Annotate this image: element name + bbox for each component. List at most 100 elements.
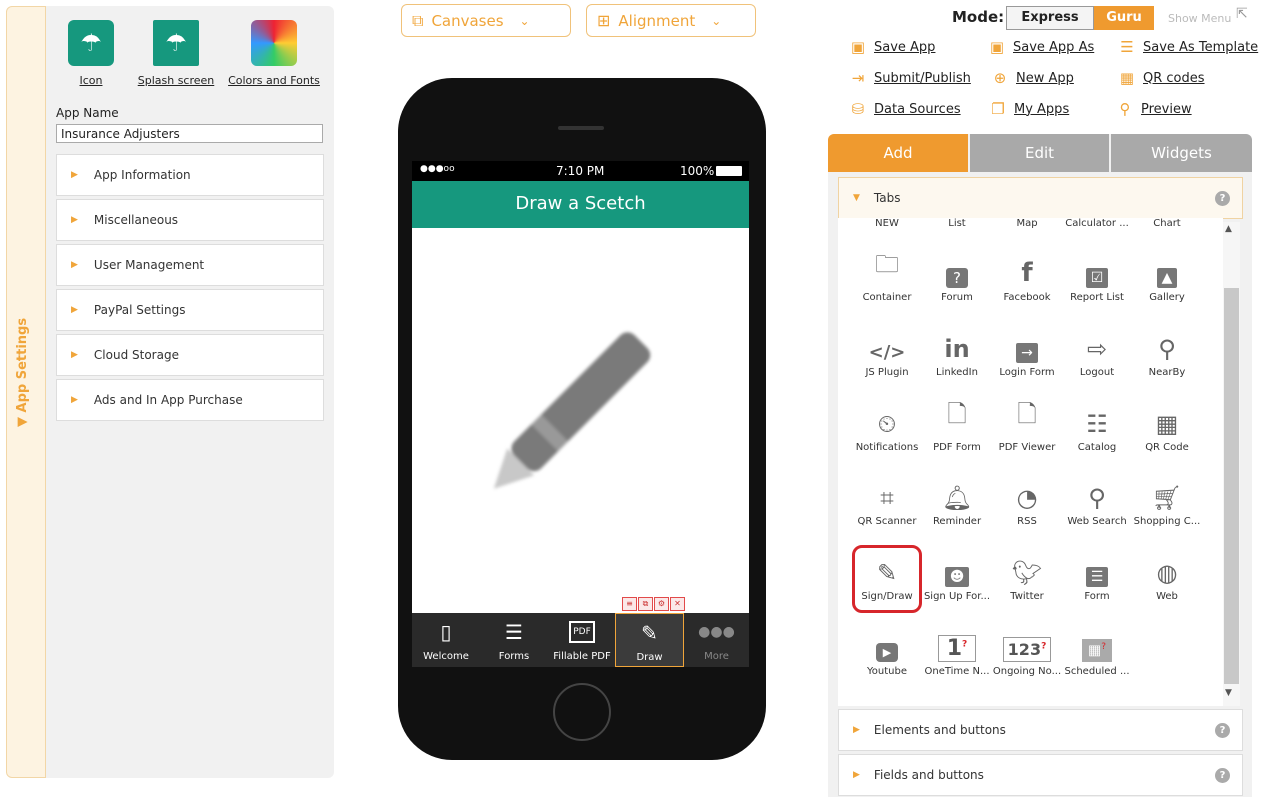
tab-edit[interactable]: Edit [970, 134, 1109, 172]
tab-item-js-plugin[interactable]: </> JS Plugin [852, 325, 922, 378]
code-icon: </> [868, 342, 906, 363]
nav-forms[interactable]: ☰ Forms [480, 613, 548, 667]
tab-item-qr-code[interactable]: ▦ QR Code [1132, 400, 1202, 453]
qr-codes-link[interactable]: ▦ QR codes [1117, 69, 1205, 87]
submit-publish-link[interactable]: ⇥ Submit/Publish [848, 69, 971, 87]
my-apps-link[interactable]: ❐ My Apps [988, 100, 1069, 118]
tab-item-shopping-cart[interactable]: 🛒︎ Shopping C... [1132, 474, 1202, 527]
canvases-label: Canvases [431, 11, 504, 30]
tab-item-onetime-notification[interactable]: 1? OneTime N... [922, 624, 992, 677]
nav-welcome[interactable]: ▯ Welcome [412, 613, 480, 667]
save-app-link[interactable]: ▣ Save App [848, 38, 936, 56]
app-name-input[interactable] [56, 124, 323, 143]
splash-screen-tile[interactable]: ☂ Splash screen [136, 20, 216, 87]
nav-draw[interactable]: ✎ Draw [615, 613, 684, 667]
tab-item-pdf-viewer[interactable]: 🗋 PDF Viewer [992, 400, 1062, 453]
external-link-icon[interactable]: ⇱ [1236, 6, 1248, 22]
tab-item-qr-scanner[interactable]: ⌗ QR Scanner [852, 474, 922, 527]
logout-icon: ⇨ [1086, 335, 1108, 363]
mode-express-button[interactable]: Express [1006, 6, 1094, 30]
show-menu-link[interactable]: Show Menu [1168, 12, 1231, 25]
close-icon[interactable]: ✕ [670, 597, 685, 611]
tab-item-web[interactable]: ◍ Web [1132, 549, 1202, 602]
tab-item-scheduled-notification[interactable]: ▦? Scheduled ... [1062, 624, 1132, 677]
item-label: OneTime N... [924, 666, 990, 677]
tab-item-reminder[interactable]: 🔔︎ Reminder [922, 474, 992, 527]
scroll-up-icon[interactable]: ▲ [1225, 224, 1232, 234]
save-app-as-link[interactable]: ▣ Save App As [987, 38, 1094, 56]
section-paypal-settings[interactable]: ▶ PayPal Settings [56, 289, 324, 331]
preview-link[interactable]: ⚲ Preview [1115, 100, 1192, 118]
tab-item-calculator[interactable]: Calculator ... [1062, 218, 1132, 229]
tab-item-form[interactable]: ☰ Form [1062, 549, 1132, 602]
nav-more[interactable]: ●●● More [684, 613, 749, 667]
item-mini-toolbar: ≡ ⧉ ⚙ ✕ [622, 597, 685, 611]
catalog-icon: ☷ [1086, 410, 1108, 438]
edit-icon[interactable]: ≡ [622, 597, 637, 611]
section-ads-in-app-purchase[interactable]: ▶ Ads and In App Purchase [56, 379, 324, 421]
tab-item-logout[interactable]: ⇨ Logout [1062, 325, 1132, 378]
drawing-canvas[interactable] [412, 228, 749, 613]
notification-icon: ⏲ [877, 410, 897, 438]
colors-fonts-tile[interactable]: Colors and Fonts [228, 20, 320, 87]
tab-item-youtube[interactable]: ▶ Youtube [852, 624, 922, 677]
forum-icon: ? [922, 250, 992, 288]
save-as-template-link[interactable]: ☰ Save As Template [1117, 38, 1258, 56]
tab-item-linkedin[interactable]: in LinkedIn [922, 325, 992, 378]
tab-item-list[interactable]: List [922, 218, 992, 229]
scroll-down-icon[interactable]: ▼ [1225, 688, 1232, 698]
rss-icon: ◔ [1016, 484, 1038, 512]
tab-item-report-list[interactable]: ☑ Report List [1062, 250, 1132, 303]
tab-item-facebook[interactable]: f Facebook [992, 250, 1062, 303]
section-tabs[interactable]: ▼ Tabs ? [838, 177, 1243, 219]
tab-item-rss[interactable]: ◔ RSS [992, 474, 1062, 527]
save-icon: ▣ [850, 38, 866, 56]
scrollbar-thumb[interactable] [1224, 288, 1239, 684]
icon-tile[interactable]: ☂ Icon [56, 20, 126, 87]
tab-item-nearby[interactable]: ⚲ NearBy [1132, 325, 1202, 378]
tab-item-sign-up-form[interactable]: ☻ Sign Up For... [922, 549, 992, 602]
settings-icon[interactable]: ⚙ [654, 597, 669, 611]
tab-item-chart[interactable]: Chart [1132, 218, 1202, 229]
section-cloud-storage[interactable]: ▶ Cloud Storage [56, 334, 324, 376]
new-app-link[interactable]: ⊕ New App [990, 69, 1074, 87]
copy-icon[interactable]: ⧉ [638, 597, 653, 611]
user-icon: ☻ [922, 549, 992, 587]
tab-item-login-form[interactable]: → Login Form [992, 325, 1062, 378]
alignment-dropdown[interactable]: ⊞ Alignment ⌄ [586, 4, 756, 37]
tab-item-catalog[interactable]: ☷ Catalog [1062, 400, 1132, 453]
section-elements-buttons[interactable]: ▶ Elements and buttons ? [838, 709, 1243, 751]
gallery-icon: ▲ [1132, 250, 1202, 288]
data-sources-link[interactable]: ⛁ Data Sources [848, 100, 961, 118]
selected-item-highlight [852, 545, 922, 613]
tab-item-new[interactable]: NEW [852, 218, 922, 229]
section-label: Elements and buttons [873, 723, 1006, 737]
tab-item-container[interactable]: 🗀 Container [852, 250, 922, 303]
tab-item-ongoing-notification[interactable]: 123? Ongoing No... [992, 624, 1062, 677]
mode-guru-button[interactable]: Guru [1094, 6, 1154, 30]
tab-item-pdf-form[interactable]: 🗋 PDF Form [922, 400, 992, 453]
tab-item-forum[interactable]: ? Forum [922, 250, 992, 303]
help-icon[interactable]: ? [1215, 767, 1230, 783]
folder-icon: 🗀 [875, 250, 899, 278]
cart-icon: 🛒︎ [1151, 484, 1183, 512]
section-fields-buttons[interactable]: ▶ Fields and buttons ? [838, 754, 1243, 796]
tab-item-gallery[interactable]: ▲ Gallery [1132, 250, 1202, 303]
canvases-dropdown[interactable]: ⧉ Canvases ⌄ [401, 4, 571, 37]
section-app-information[interactable]: ▶ App Information [56, 154, 324, 196]
tab-add[interactable]: Add [828, 134, 968, 172]
section-user-management[interactable]: ▶ User Management [56, 244, 324, 286]
help-icon[interactable]: ? [1215, 722, 1230, 738]
tab-item-web-search[interactable]: ⚲ Web Search [1062, 474, 1132, 527]
tab-widgets[interactable]: Widgets [1111, 134, 1252, 172]
help-icon[interactable]: ? [1215, 190, 1230, 206]
tab-item-notifications[interactable]: ⏲ Notifications [852, 400, 922, 453]
chevron-down-icon: ⌄ [711, 13, 722, 28]
app-settings-tab[interactable]: ▼ App Settings [6, 6, 46, 778]
nav-label: Fillable PDF [553, 651, 611, 662]
nav-fillable-pdf[interactable]: PDF Fillable PDF [548, 613, 616, 667]
section-miscellaneous[interactable]: ▶ Miscellaneous [56, 199, 324, 241]
tab-item-map[interactable]: Map [992, 218, 1062, 229]
tab-item-twitter[interactable]: 🐦︎ Twitter [992, 549, 1062, 602]
action-label: New App [1016, 70, 1074, 86]
